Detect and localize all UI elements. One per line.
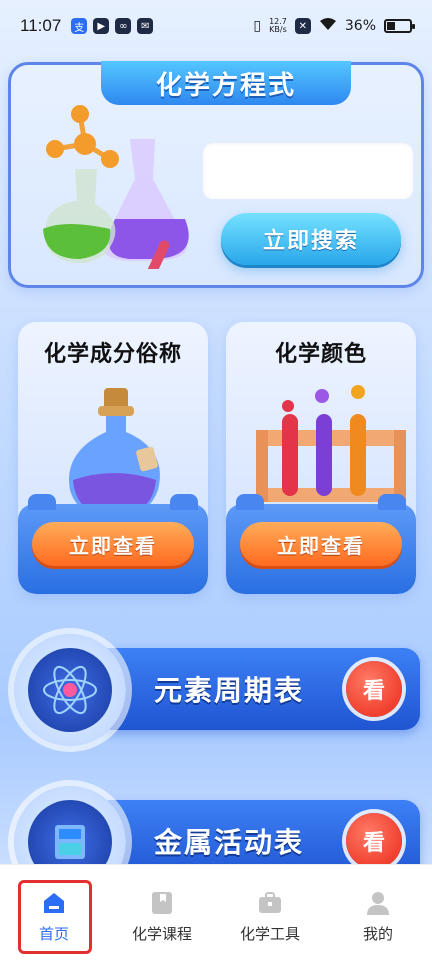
search-input[interactable] xyxy=(203,143,413,199)
battery-icon xyxy=(384,19,415,33)
notification-x-icon: ✕ xyxy=(294,18,311,34)
battery-percent: 36% xyxy=(344,18,376,34)
common-names-base: 立即查看 xyxy=(18,494,208,594)
net-speed: 12.7 KB/s xyxy=(269,18,287,34)
vibrate-icon: ▯ xyxy=(253,18,262,34)
status-left: 11:07 支 ▶ ∞ ✉ xyxy=(20,16,154,36)
mail-app-icon: ✉ xyxy=(137,18,154,34)
chem-colors-card[interactable]: 化学颜色 立即查看 xyxy=(226,322,416,594)
atom-icon xyxy=(28,648,112,732)
wifi-icon xyxy=(319,17,337,35)
bottom-nav: 首页 化学课程 化学工具 我的 xyxy=(0,864,432,964)
tab-tools[interactable]: 化学工具 xyxy=(216,865,324,964)
book-icon xyxy=(150,891,174,915)
net-speed-unit: KB/s xyxy=(269,25,287,34)
link-app-icon: ∞ xyxy=(115,18,132,34)
tab-mine-label: 我的 xyxy=(362,925,393,943)
alipay-icon: 支 xyxy=(71,18,88,34)
chem-colors-view-button[interactable]: 立即查看 xyxy=(240,522,402,566)
chem-colors-base: 立即查看 xyxy=(226,494,416,594)
chem-colors-title: 化学颜色 xyxy=(274,342,367,367)
video-app-icon: ▶ xyxy=(93,18,110,34)
tab-mine[interactable]: 我的 xyxy=(324,865,432,964)
status-time: 11:07 xyxy=(20,16,62,35)
tab-home-label: 首页 xyxy=(38,925,69,943)
tab-courses[interactable]: 化学课程 xyxy=(108,865,216,964)
status-bar: 11:07 支 ▶ ∞ ✉ ▯ 12.7 KB/s ✕ 36% xyxy=(0,0,432,52)
toolbox-icon xyxy=(258,891,282,915)
common-names-title: 化学成分俗称 xyxy=(43,342,182,367)
tab-home[interactable]: 首页 xyxy=(0,865,108,964)
home-icon xyxy=(42,891,66,915)
equation-card: 化学方程式 立即搜索 xyxy=(8,61,424,288)
flask-molecule-illustration xyxy=(43,105,189,269)
status-right: ▯ 12.7 KB/s ✕ 36% xyxy=(253,17,415,35)
atom-disc xyxy=(14,634,126,746)
periodic-table-item[interactable]: 元素周期表 看 xyxy=(14,634,420,746)
common-names-card[interactable]: 化学成分俗称 立即查看 xyxy=(18,322,208,594)
search-button[interactable]: 立即搜索 xyxy=(221,213,401,265)
user-icon xyxy=(366,891,390,915)
battery-fill xyxy=(387,22,395,30)
periodic-table-go-button[interactable]: 看 xyxy=(346,661,402,717)
metal-activity-go-button[interactable]: 看 xyxy=(346,813,402,869)
periodic-table-label: 元素周期表 xyxy=(154,674,305,707)
tab-tools-label: 化学工具 xyxy=(239,925,300,943)
common-names-view-button[interactable]: 立即查看 xyxy=(32,522,194,566)
tab-courses-label: 化学课程 xyxy=(131,925,192,943)
